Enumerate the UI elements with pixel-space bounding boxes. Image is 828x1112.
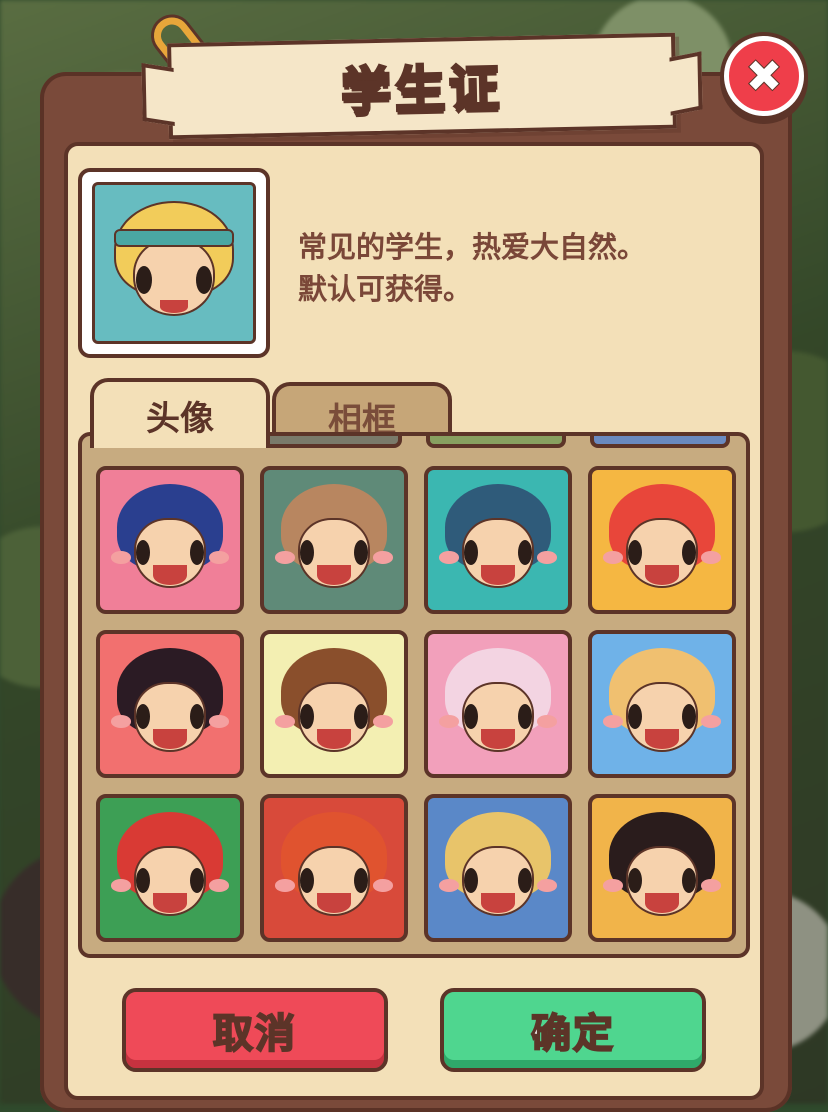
confirm-button-label: 确定 bbox=[530, 1010, 615, 1058]
cancel-button[interactable]: 取消 bbox=[122, 988, 388, 1072]
avatar-bald-sunglasses[interactable] bbox=[260, 466, 408, 614]
selected-avatar-image bbox=[92, 182, 256, 344]
avatar-reindeer-santa[interactable] bbox=[96, 794, 244, 942]
avatar-blonde-alice[interactable] bbox=[424, 794, 572, 942]
avatar-white-veil-bride[interactable] bbox=[588, 630, 736, 778]
avatar-red-lion-costume[interactable] bbox=[260, 794, 408, 942]
avatar-pink-strawberry-girl[interactable] bbox=[424, 630, 572, 778]
avatar-black-buns-girl[interactable] bbox=[96, 630, 244, 778]
close-icon: ✖ bbox=[744, 49, 784, 103]
title-banner: 学生证 bbox=[167, 32, 677, 140]
description-line: 常见的学生，热爱大自然。 bbox=[298, 230, 647, 264]
avatar-grid[interactable] bbox=[78, 432, 750, 958]
tab-label: 头像 bbox=[146, 398, 214, 439]
avatar-red-lion-dance[interactable] bbox=[588, 466, 736, 614]
confirm-button[interactable]: 确定 bbox=[440, 988, 706, 1072]
avatar-description: 常见的学生，热爱大自然。 默认可获得。 bbox=[298, 226, 718, 310]
avatar-blue-hair-hedgehog[interactable] bbox=[96, 466, 244, 614]
selected-avatar-preview bbox=[78, 168, 270, 358]
close-button[interactable]: ✖ bbox=[724, 36, 804, 116]
partial-avatar-tile[interactable] bbox=[426, 436, 566, 448]
dialog-title: 学生证 bbox=[339, 58, 505, 122]
avatar-bride-tiara[interactable] bbox=[260, 630, 408, 778]
partial-avatar-tile[interactable] bbox=[590, 436, 730, 448]
partial-avatar-tile[interactable] bbox=[262, 436, 402, 448]
avatar-snowman-cap[interactable] bbox=[424, 466, 572, 614]
tab-avatar[interactable]: 头像 bbox=[90, 378, 270, 448]
avatar-black-hair-hanfu[interactable] bbox=[588, 794, 736, 942]
cancel-button-label: 取消 bbox=[212, 1010, 297, 1058]
description-line: 默认可获得。 bbox=[298, 272, 473, 306]
